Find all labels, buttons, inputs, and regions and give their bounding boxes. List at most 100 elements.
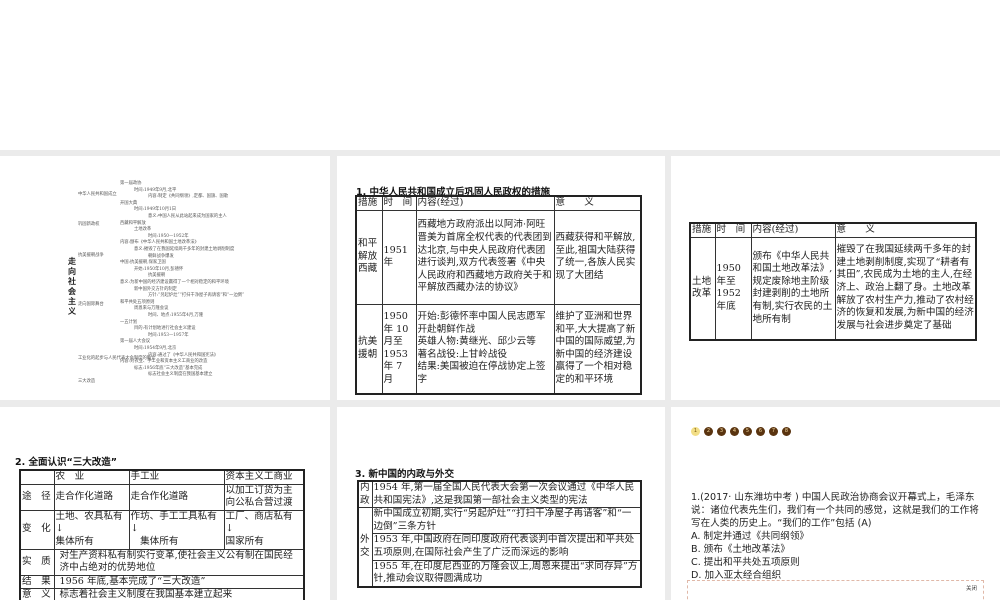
three-transformations-table: 农 业手工业 资本主义工商业 途 径走合作化道路 走合作化道路 以加工订货为主向公私合… <box>19 469 305 600</box>
mindmap-node: 时间:1950—1952年 <box>148 233 189 239</box>
cell: 1951 年 <box>381 209 417 305</box>
cell: 和平解放西藏 <box>355 209 383 305</box>
page-dot-3[interactable]: 3 <box>717 427 726 436</box>
mindmap-node: 一五计划 <box>120 319 138 325</box>
mindmap-branch: 三大改造 <box>78 379 96 384</box>
land-reform-table: 措施时 间内容(经过) 意 义 土地改革 1950 年至 1952 年底 颁布《中华人… <box>689 222 977 342</box>
cell: 1953 年,中国政府在同印度政府代表谈判中首次提出和平共处五项原则,在国际社会… <box>371 533 642 561</box>
mindmap-node: 和平共处五项原则 <box>120 299 155 305</box>
cell: 开始:彭德怀率中国人民志愿军开赴朝鲜作战 英雄人物:黄继光、邱少云等 著名战役:… <box>415 303 555 395</box>
slide-sorter-grid: 走向社会主义 中华人民共和国成立 巩固新政权 抗美援朝战争 走向国际舞台 工业化的起步与… <box>0 150 1000 600</box>
cell: 土地、农具私有 ↓ 集体所有 <box>53 509 130 550</box>
mindmap-title: 走向社会主义 <box>68 256 76 316</box>
cell: 1954 年,第一届全国人民代表大会第一次会议通过《中华人民共和国宪法》,这是我… <box>371 480 642 509</box>
slide-thumbnail-1[interactable]: 走向社会主义 中华人民共和国成立 巩固新政权 抗美援朝战争 走向国际舞台 工业化的起步与… <box>0 156 330 400</box>
mindmap-node: 内容:通过了《中华人民共和国宪法》 <box>148 352 219 358</box>
mindmap-node: 土地改革 <box>134 227 152 233</box>
mindmap-node: 新中国外交方针的制定 <box>134 286 177 292</box>
cell: 以加工订货为主向公私合营过渡 <box>223 483 305 511</box>
question-block: 1.(2017· 山东潍坊中考 ) 中国人民政治协商会议开幕式上，毛泽东说：诸位… <box>691 491 981 582</box>
mindmap-node: 意义:摧毁了在我国延续两千多年的封建土地剥削制度 <box>134 247 235 252</box>
option-b[interactable]: B. 颁布《土地改革法》 <box>691 543 981 556</box>
cell: 对生产资料私有制实行变革,使社会主义公有制在国民经济中占绝对的优势地位 <box>53 548 305 576</box>
empty-top-area <box>0 0 1000 150</box>
page-dot-5[interactable]: 5 <box>743 427 752 436</box>
slide-thumbnail-2[interactable]: 1. 中华人民共和国成立后巩固人民政权的措施 措施时 间内容(经过) 意 义 和平… <box>337 156 665 400</box>
col-header: 时 间 <box>714 222 752 238</box>
slide-thumbnail-4[interactable]: 2. 全面认识“三大改造” 农 业手工业 资本主义工商业 途 径走合作化道路 走合作… <box>0 407 330 600</box>
mindmap-node: 第一届政协 <box>120 181 142 186</box>
mindmap-node: 时间:1949年10月1日 <box>134 207 177 213</box>
close-button[interactable]: 关闭 <box>966 584 977 592</box>
mindmap-branch: 巩固新政权 <box>78 222 100 227</box>
cell: 走合作化道路 <box>128 483 225 511</box>
mindmap-node: 第一届人大会议 <box>120 339 151 345</box>
col-header: 内容(经过) <box>750 222 836 238</box>
slide-thumbnail-5[interactable]: 3. 新中国的内政与外交 内政 1954 年,第一届全国人民代表大会第一次会议通过… <box>337 407 665 600</box>
mindmap-branch: 抗美援朝战争 <box>78 253 104 258</box>
cell: 工厂、商店私有 ↓ 国家所有 <box>223 509 305 550</box>
option-c[interactable]: C. 提出和平共处五项原则 <box>691 556 981 569</box>
page-dot-6[interactable]: 6 <box>756 427 765 436</box>
mindmap-node: 意义:为新中国的经济建设赢得了一个相对稳定的和平环境 <box>120 280 229 285</box>
row-label: 外交 <box>357 507 373 588</box>
page-dot-1[interactable]: 1 <box>691 427 700 436</box>
cell: 维护了亚洲和世界和平,大大提高了新中国的国际威望,为新中国的经济建设赢得了一个相… <box>553 303 642 395</box>
col-header: 资本主义工商业 <box>223 469 305 485</box>
cell: 标志着社会主义制度在我国基本建立起来 <box>53 588 305 600</box>
col-header: 内容(经过) <box>415 195 555 211</box>
mindmap-node: 时间:1953—1957年 <box>148 332 189 338</box>
col-header <box>19 469 55 485</box>
mindmap-node: 时间:1954年9月,北京 <box>134 346 177 351</box>
slide-thumbnail-3[interactable]: 措施时 间内容(经过) 意 义 土地改革 1950 年至 1952 年底 颁布《中华人… <box>671 156 1000 400</box>
cell: 走合作化道路 <box>53 483 130 511</box>
cell: 1950 年 10 月至 1953 年 7 月 <box>381 303 417 395</box>
question-text: 1.(2017· 山东潍坊中考 ) 中国人民政治协商会议开幕式上，毛泽东说：诸位… <box>691 492 979 529</box>
col-header: 农 业 <box>53 469 130 485</box>
question-pager: 12345678 <box>691 427 791 436</box>
option-a[interactable]: A. 制定并通过《共同纲领》 <box>691 530 981 543</box>
slide-heading: 2. 全面认识“三大改造” <box>15 457 118 468</box>
col-header: 时 间 <box>381 195 417 211</box>
mindmap-node: 意义:中国人民从此站起来成为国家的主人 <box>148 214 227 219</box>
cell: 抗美援朝 <box>355 303 383 395</box>
cell: 西藏获得和平解放,至此,祖国大陆获得了统一,各族人民实现了大团结 <box>553 209 642 305</box>
row-label: 意 义 <box>19 588 55 600</box>
slide-heading: 3. 新中国的内政与外交 <box>355 469 455 480</box>
cell: 新中国成立初期,实行“另起炉灶”“打扫干净屋子再请客”和“一边倒”三条方针 <box>371 507 642 535</box>
mindmap-node: 周恩来与万隆会议 <box>134 306 169 312</box>
answer-popup: 关闭 <box>687 580 984 600</box>
mindmap-node: 抗美援朝 <box>148 273 166 279</box>
mindmap-node: 开始:1950年10月,彭德怀 <box>134 266 184 272</box>
cell: 颁布《中华人民共和国土地改革法》,规定废除地主阶级封建剥削的土地所有制,实行农民… <box>750 236 836 341</box>
slide-thumbnail-6[interactable]: 12345678 1.(2017· 山东潍坊中考 ) 中国人民政治协商会议开幕式… <box>671 407 1000 600</box>
row-label: 结 果 <box>19 574 55 590</box>
mindmap-branch: 走向国际舞台 <box>78 302 104 307</box>
mindmap-node: 中国:抗美援朝,保家卫国 <box>120 260 166 266</box>
cell: 1956 年底,基本完成了“三大改造” <box>53 574 305 590</box>
measures-table: 措施时 间内容(经过) 意 义 和平解放西藏 1951 年西藏地方政府派出以阿沛·阿… <box>355 195 642 396</box>
mindmap-node: 朝鲜战争爆发 <box>148 253 174 259</box>
mindmap-node: 内容:颁布《中华人民共和国土地改革法》 <box>120 240 199 246</box>
page-dot-7[interactable]: 7 <box>769 427 778 436</box>
mindmap-node: 时间:1949年9月,北平 <box>134 187 177 193</box>
mindmap-node: 内容:对农业、手工业和资本主义工商业的改造 <box>120 359 208 365</box>
cell: 作坊、手工工具私有 ↓ 集体所有 <box>128 509 225 550</box>
mindmap-node: 标志社会主义制度在我国基本建立 <box>148 372 213 378</box>
mindmap-node: 方针:“另起炉灶”“打扫干净屋子再请客”和“一边倒” <box>148 293 245 299</box>
cell: 1955 年,在印度尼西亚的万隆会议上,周恩来提出“求同存异”方针,推动会议取得… <box>371 559 642 588</box>
row-label: 变 化 <box>19 509 55 550</box>
page-dot-8[interactable]: 8 <box>782 427 791 436</box>
cell: 土地改革 <box>689 236 716 341</box>
mindmap-node: 西藏和平解放 <box>120 220 146 226</box>
mindmap-node: 目的:有计划地进行社会主义建设 <box>134 326 196 332</box>
mindmap-node: 时间、地点:1955年4月,万隆 <box>148 313 204 318</box>
cell: 摧毁了在我国延续两千多年的封建土地剥削制度,实现了“耕者有其田”,农民成为土地的… <box>834 236 977 341</box>
cell: 西藏地方政府派出以阿沛·阿旺晋美为首席全权代表的代表团到达北京,与中央人民政府代… <box>415 209 555 305</box>
row-label: 实 质 <box>19 548 55 576</box>
mindmap-node: 开国大典 <box>120 200 138 206</box>
row-label: 途 径 <box>19 483 55 511</box>
page-dot-2[interactable]: 2 <box>704 427 713 436</box>
page-dot-4[interactable]: 4 <box>730 427 739 436</box>
mindmap-node: 标志:1956年底“三大改造”基本完成 <box>134 365 203 371</box>
